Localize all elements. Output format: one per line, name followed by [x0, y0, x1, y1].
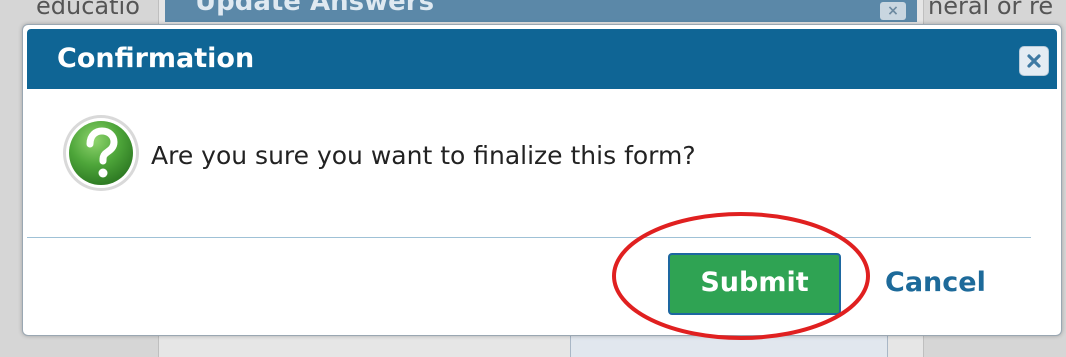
- submit-button[interactable]: Submit: [668, 253, 841, 315]
- close-icon: [1027, 54, 1041, 68]
- confirmation-dialog: Confirmation Are you sure you want to fi…: [22, 24, 1062, 336]
- background-text-left: educatio: [36, 0, 140, 20]
- dialog-title: Confirmation: [57, 43, 255, 74]
- dialog-divider: [27, 237, 1031, 238]
- cancel-link[interactable]: Cancel: [885, 267, 986, 298]
- question-icon: [63, 115, 139, 191]
- dialog-titlebar: Confirmation: [27, 29, 1057, 89]
- dialog-close-button[interactable]: [1019, 46, 1049, 76]
- background-panel-header: Update Answers: [165, 0, 917, 22]
- background-close-icon[interactable]: ×: [880, 2, 906, 20]
- background-text-right: neral or re: [928, 0, 1054, 20]
- dialog-message: Are you sure you want to finalize this f…: [151, 141, 696, 170]
- background-panel-title: Update Answers: [195, 0, 435, 17]
- dialog-message-row: Are you sure you want to finalize this f…: [61, 113, 1021, 197]
